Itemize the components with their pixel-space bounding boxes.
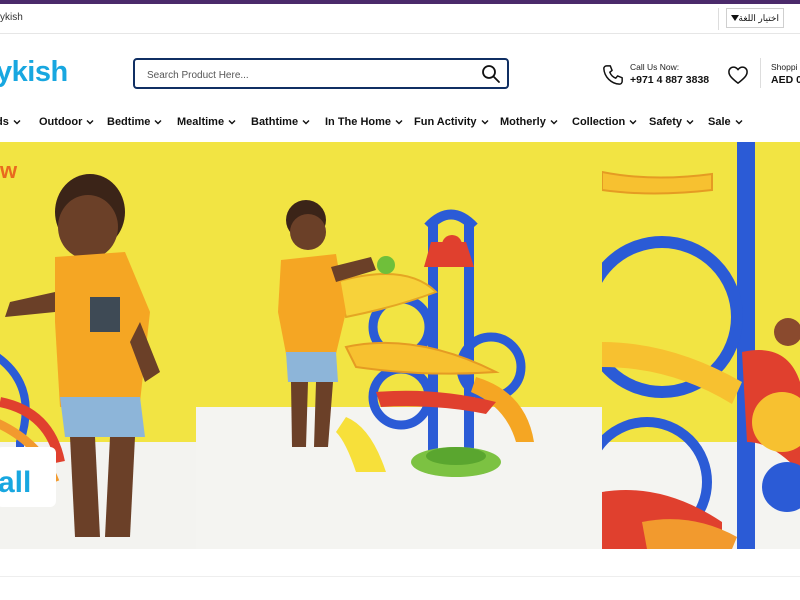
nav-item-safety[interactable]: Safety — [649, 116, 694, 128]
content-divider — [0, 576, 800, 577]
language-selector[interactable]: اختيار اللغة — [725, 8, 784, 28]
hero-right-image — [602, 142, 800, 549]
hero-banner[interactable]: w all — [0, 142, 800, 549]
chevron-down-icon — [686, 120, 694, 125]
main-nav: ds Outdoor Bedtime Mealtime Bathtime In … — [0, 114, 800, 134]
nav-item-label: Collection — [572, 116, 626, 128]
nav-item-label: ds — [0, 116, 9, 128]
chevron-down-icon — [302, 120, 310, 125]
nav-item-label: Safety — [649, 116, 683, 128]
search-icon[interactable] — [481, 64, 501, 84]
nav-item-label: In The Home — [325, 116, 392, 128]
nav-item-label: Mealtime — [177, 116, 225, 128]
site-logo[interactable]: ykish — [0, 56, 68, 89]
cart-divider — [760, 58, 761, 88]
nav-item-bedtime[interactable]: Bedtime — [107, 116, 162, 128]
search-input[interactable] — [145, 65, 469, 85]
topbar: ykish اختيار اللغة — [0, 4, 800, 34]
nav-item-collection[interactable]: Collection — [572, 116, 637, 128]
call-us-number[interactable]: +971 4 887 3838 — [630, 74, 709, 86]
nav-item-label: Sale — [708, 116, 731, 128]
nav-item-bathtime[interactable]: Bathtime — [251, 116, 310, 128]
chevron-down-icon — [86, 120, 94, 125]
chevron-down-icon — [481, 120, 489, 125]
chevron-down-icon — [629, 120, 637, 125]
chevron-down-icon — [13, 120, 21, 125]
nav-item-motherly[interactable]: Motherly — [500, 116, 558, 128]
nav-item-fun-activity[interactable]: Fun Activity — [414, 116, 489, 128]
svg-text:w: w — [0, 158, 18, 183]
nav-item-sale[interactable]: Sale — [708, 116, 743, 128]
chevron-down-icon — [228, 120, 236, 125]
hero-left-image: w all — [0, 142, 196, 549]
nav-item-label: Motherly — [500, 116, 546, 128]
nav-item-label: Bathtime — [251, 116, 299, 128]
hero-panel-right — [602, 142, 800, 549]
language-selector-label: اختيار اللغة — [738, 13, 779, 23]
nav-item-mealtime[interactable]: Mealtime — [177, 116, 236, 128]
nav-item-label: Bedtime — [107, 116, 151, 128]
chevron-down-icon — [735, 120, 743, 125]
hero-middle-image — [196, 142, 602, 549]
nav-item-kids[interactable]: ds — [0, 116, 21, 128]
shopping-cart-total[interactable]: AED 0. — [771, 74, 800, 86]
search-bar — [133, 58, 509, 89]
chevron-down-icon — [395, 120, 403, 125]
wishlist-heart-icon[interactable] — [727, 65, 749, 85]
nav-item-outdoor[interactable]: Outdoor — [39, 116, 94, 128]
chevron-down-icon — [154, 120, 162, 125]
nav-item-label: Fun Activity — [414, 116, 477, 128]
hero-panel-left: w all — [0, 142, 196, 549]
phone-icon — [603, 65, 623, 85]
nav-item-label: Outdoor — [39, 116, 83, 128]
nav-item-in-the-home[interactable]: In The Home — [325, 116, 403, 128]
topbar-divider — [718, 8, 719, 30]
dropdown-triangle-icon — [730, 15, 739, 21]
chevron-down-icon — [550, 120, 558, 125]
call-us-label: Call Us Now: — [630, 62, 680, 72]
shopping-cart-label[interactable]: Shoppi — [771, 62, 797, 72]
hero-badge-text: all — [0, 466, 31, 499]
site-header: ykish Call Us Now: +971 4 887 3838 Shopp… — [0, 34, 800, 114]
topbar-brand-text: ykish — [0, 12, 23, 23]
hero-panel-middle — [196, 142, 602, 549]
